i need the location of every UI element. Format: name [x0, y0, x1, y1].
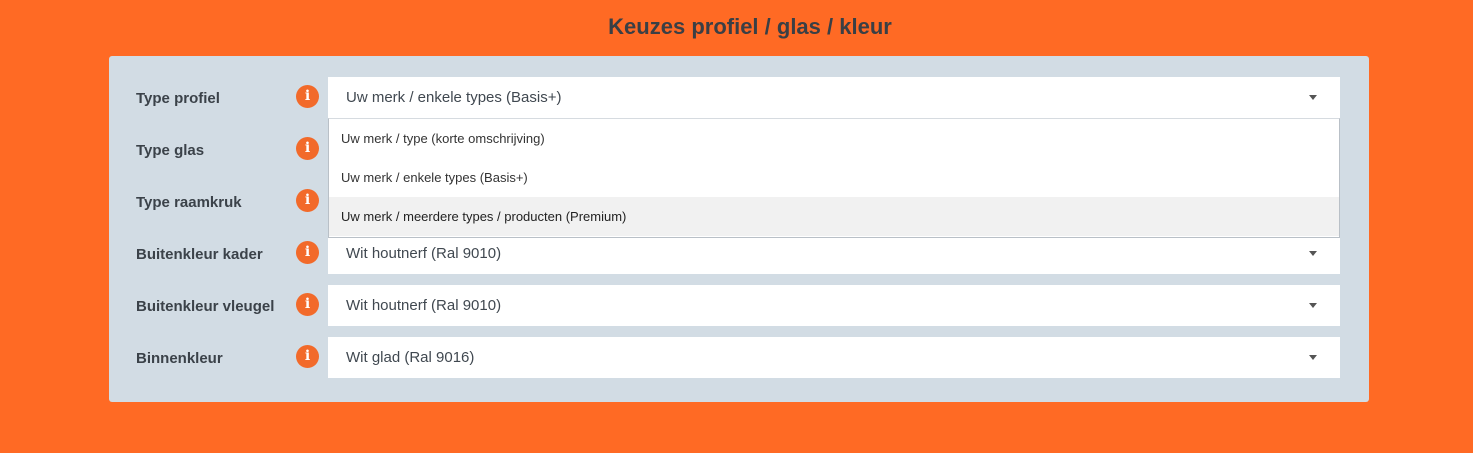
info-icon[interactable]: i: [296, 189, 319, 212]
page-title: Keuzes profiel / glas / kleur: [608, 14, 892, 39]
dropdown-option-highlighted[interactable]: Uw merk / meerdere types / producten (Pr…: [329, 197, 1339, 236]
info-icon[interactable]: i: [296, 85, 319, 108]
info-icon[interactable]: i: [296, 241, 319, 264]
select-value: Wit houtnerf (Ral 9010): [346, 297, 502, 314]
label-type-profiel: Type profiel: [136, 90, 220, 107]
dropdown-option[interactable]: Uw merk / enkele types (Basis+): [329, 158, 1339, 197]
select-value: Uw merk / enkele types (Basis+): [346, 89, 562, 106]
caret-down-icon: [1309, 95, 1317, 100]
options-panel: Type profiel i Uw merk / enkele types (B…: [109, 56, 1369, 402]
label-buitenkleur-vleugel: Buitenkleur vleugel: [136, 298, 275, 315]
select-buitenkleur-kader[interactable]: Wit houtnerf (Ral 9010): [328, 233, 1340, 274]
select-type-profiel[interactable]: Uw merk / enkele types (Basis+): [328, 77, 1340, 118]
info-icon[interactable]: i: [296, 293, 319, 316]
caret-down-icon: [1309, 303, 1317, 308]
caret-down-icon: [1309, 355, 1317, 360]
select-value: Wit glad (Ral 9016): [346, 349, 475, 366]
info-icon[interactable]: i: [296, 137, 319, 160]
label-buitenkleur-kader: Buitenkleur kader: [136, 246, 263, 263]
select-value: Wit houtnerf (Ral 9010): [346, 245, 502, 262]
select-binnenkleur[interactable]: Wit glad (Ral 9016): [328, 337, 1340, 378]
select-buitenkleur-vleugel[interactable]: Wit houtnerf (Ral 9010): [328, 285, 1340, 326]
caret-down-icon: [1309, 251, 1317, 256]
dropdown-option[interactable]: Uw merk / type (korte omschrijving): [329, 119, 1339, 158]
label-binnenkleur: Binnenkleur: [136, 350, 223, 367]
info-icon[interactable]: i: [296, 345, 319, 368]
dropdown-list-type-profiel: Uw merk / type (korte omschrijving) Uw m…: [328, 118, 1340, 238]
label-type-raamkruk: Type raamkruk: [136, 194, 242, 211]
label-type-glas: Type glas: [136, 142, 205, 159]
